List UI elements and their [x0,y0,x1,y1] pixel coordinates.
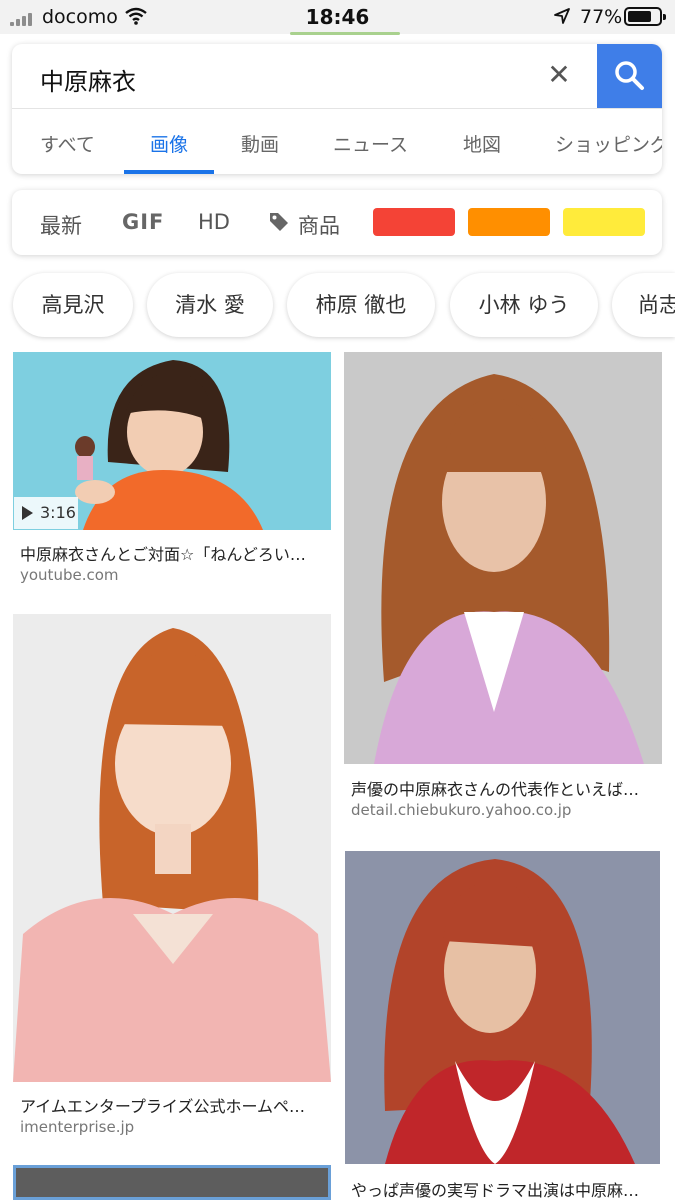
video-duration: 3:16 [40,503,76,522]
tab-shopping[interactable]: ショッピング [555,130,662,157]
filter-hd[interactable]: HD [198,210,230,234]
related-chip[interactable]: 高見沢 [13,273,133,337]
video-duration-badge: 3:16 [14,497,78,529]
battery-percent: 77% [580,6,623,28]
result-caption[interactable]: 中原麻衣さんとご対面☆「ねんどろい… [20,541,325,565]
tab-images[interactable]: 画像 [150,130,188,157]
result-image[interactable] [345,851,660,1164]
status-time: 18:46 [305,5,370,29]
search-button[interactable] [597,44,662,108]
battery-icon [624,7,666,26]
tag-icon [270,213,288,231]
search-icon [615,61,644,90]
color-swatch-red[interactable] [373,208,455,236]
page-load-progress [290,32,400,35]
result-caption[interactable]: アイムエンタープライズ公式ホームペ… [20,1093,325,1117]
result-caption[interactable]: やっぱ声優の実写ドラマ出演は中原麻… [351,1177,656,1201]
related-chip[interactable]: 清水 愛 [147,273,273,337]
active-tab-indicator [124,170,214,174]
tab-news[interactable]: ニュース [333,130,408,157]
result-source: detail.chiebukuro.yahoo.co.jp [351,801,572,819]
clear-search-icon[interactable]: ✕ [544,60,574,90]
color-swatch-orange[interactable] [468,208,550,236]
related-chip[interactable]: 尚志 [612,273,675,337]
result-image[interactable] [13,614,331,1082]
filter-products[interactable]: 商品 [298,210,340,240]
filter-gif[interactable]: GIF [122,210,164,234]
location-arrow-icon [554,8,570,24]
status-bar: docomo 18:46 77% [0,0,675,35]
tab-maps[interactable]: 地図 [463,130,501,157]
result-caption[interactable]: 声優の中原麻衣さんの代表作といえば… [351,776,656,800]
result-source: imenterprise.jp [20,1118,135,1136]
related-chip[interactable]: 柿原 徹也 [287,273,435,337]
filter-latest[interactable]: 最新 [40,210,82,240]
result-image[interactable] [13,1165,331,1200]
result-source: youtube.com [20,566,119,584]
tab-all[interactable]: すべて [40,130,95,157]
search-input[interactable]: 中原麻衣 [40,62,136,97]
filter-bar: 最新 GIF HD 商品 [12,190,662,255]
result-image[interactable] [344,352,662,764]
tab-videos[interactable]: 動画 [241,130,279,157]
play-icon [22,506,33,520]
search-card: 中原麻衣 ✕ すべて 画像 動画 ニュース 地図 ショッピング [12,44,662,174]
related-chip[interactable]: 小林 ゆう [450,273,598,337]
search-divider [12,108,662,109]
color-swatch-yellow[interactable] [563,208,645,236]
